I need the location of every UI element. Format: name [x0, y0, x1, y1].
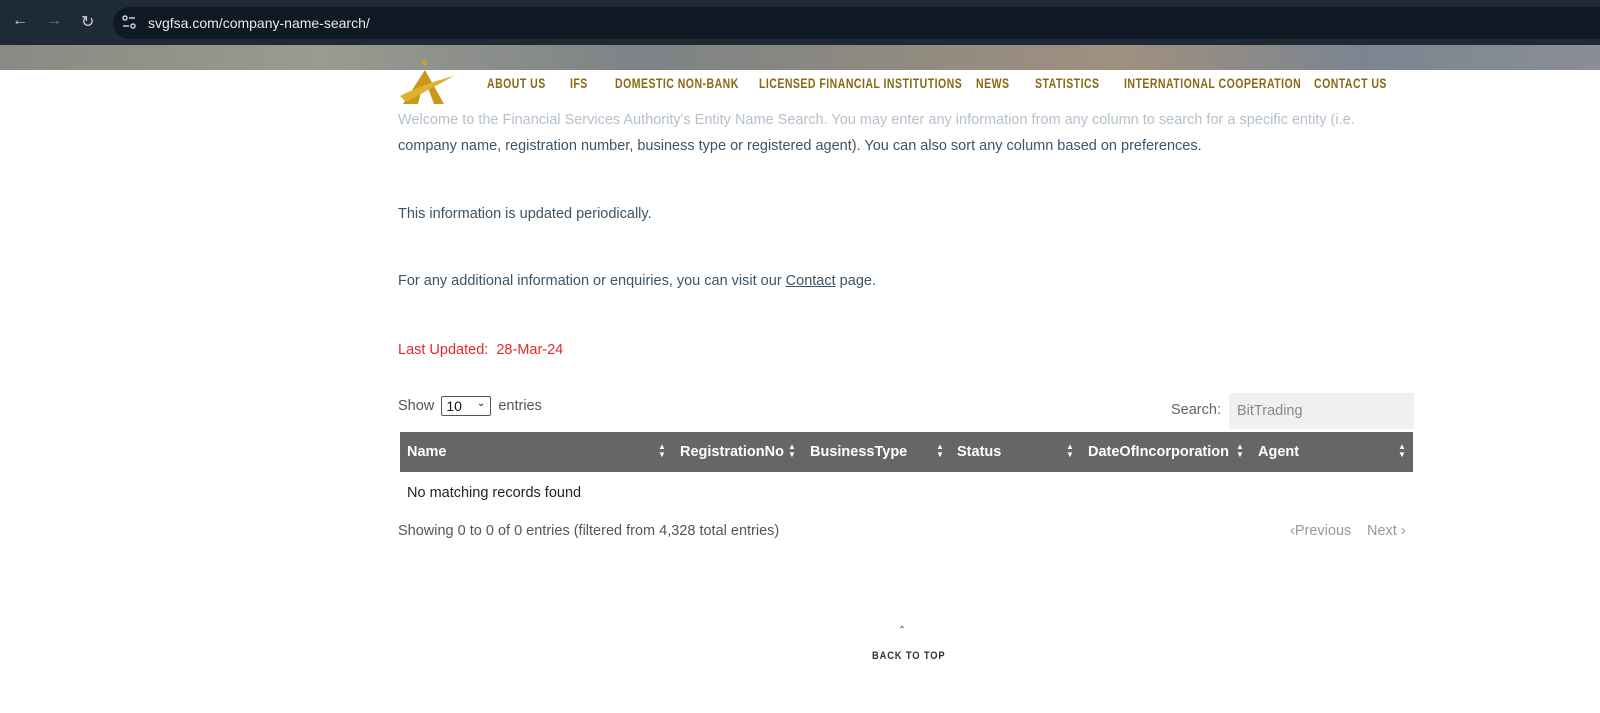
chevron-right-icon: ›	[1400, 523, 1406, 539]
nav-domestic-non-bank[interactable]: DOMESTIC NON-BANK	[615, 76, 739, 91]
column-header-businesstype[interactable]: BusinessType	[810, 444, 907, 460]
last-updated: Last Updated: 28-Mar-24	[398, 342, 563, 358]
chevron-down-icon: ⌄	[476, 398, 486, 409]
nav-about-us[interactable]: ABOUT US	[487, 76, 546, 91]
intro-text-line1: Welcome to the Financial Services Author…	[398, 112, 1355, 128]
sort-icon[interactable]: ▲ ▼	[658, 443, 666, 459]
back-to-top-link[interactable]: BACK TO TOP	[872, 650, 945, 662]
nav-contact-us[interactable]: CONTACT US	[1314, 76, 1387, 91]
nav-licensed-financial-institutions[interactable]: LICENSED FINANCIAL INSTITUTIONS	[759, 76, 962, 91]
chevron-up-icon[interactable]: ˆ	[900, 624, 904, 638]
page-length-control: Show 10 ⌄ entries	[398, 396, 542, 416]
site-logo[interactable]	[398, 60, 456, 106]
last-updated-label: Last Updated:	[398, 342, 489, 358]
nav-statistics[interactable]: STATISTICS	[1035, 76, 1100, 91]
contact-text: For any additional information or enquir…	[398, 273, 876, 289]
sort-icon[interactable]: ▲ ▼	[1066, 443, 1074, 459]
column-header-agent[interactable]: Agent	[1258, 444, 1299, 460]
sort-icon[interactable]: ▲ ▼	[788, 443, 796, 459]
browser-toolbar: ← → ↻ svgfsa.com/company-name-search/	[0, 0, 1600, 45]
nav-ifs[interactable]: IFS	[570, 76, 588, 91]
previous-button[interactable]: ‹Previous	[1290, 523, 1351, 539]
show-label: Show	[398, 397, 435, 414]
column-header-registrationno[interactable]: RegistrationNo	[680, 444, 784, 460]
entries-label: entries	[498, 397, 542, 414]
reload-icon[interactable]: ↻	[81, 12, 94, 32]
empty-table-message: No matching records found	[407, 485, 582, 501]
sort-icon[interactable]: ▲ ▼	[1398, 443, 1406, 459]
header-banner-image	[0, 45, 1600, 70]
updated-note: This information is updated periodically…	[398, 206, 652, 222]
previous-label: Previous	[1294, 523, 1352, 539]
contact-prefix: For any additional information or enquir…	[398, 273, 786, 289]
last-updated-value: 28-Mar-24	[496, 342, 564, 358]
nav-international-cooperation[interactable]: INTERNATIONAL COOPERATION	[1124, 76, 1301, 91]
column-header-name[interactable]: Name	[407, 444, 447, 460]
intro-text-line2: company name, registration number, busin…	[398, 138, 1202, 154]
column-header-dateofincorporation[interactable]: DateOfIncorporation	[1088, 444, 1229, 460]
url-text[interactable]: svgfsa.com/company-name-search/	[148, 15, 370, 31]
table-header: Name ▲ ▼ RegistrationNo ▲ ▼ BusinessType ▲…	[400, 432, 1413, 472]
page-size-value: 10	[446, 398, 462, 414]
table-info: Showing 0 to 0 of 0 entries (filtered fr…	[398, 523, 780, 539]
sort-icon[interactable]: ▲ ▼	[1236, 443, 1244, 459]
site-settings-icon[interactable]	[121, 14, 137, 30]
sort-icon[interactable]: ▲ ▼	[936, 443, 944, 459]
search-input[interactable]	[1229, 393, 1414, 429]
column-header-status[interactable]: Status	[957, 444, 1001, 460]
contact-suffix: page.	[835, 273, 876, 289]
back-arrow-icon[interactable]: ←	[12, 12, 28, 30]
next-label: Next	[1367, 523, 1397, 539]
next-button[interactable]: Next ›	[1367, 523, 1406, 539]
nav-news[interactable]: NEWS	[976, 76, 1009, 91]
contact-link[interactable]: Contact	[786, 273, 836, 289]
page-size-select[interactable]: 10 ⌄	[441, 396, 492, 416]
search-label: Search:	[1171, 402, 1221, 418]
forward-arrow-icon[interactable]: →	[46, 12, 62, 30]
